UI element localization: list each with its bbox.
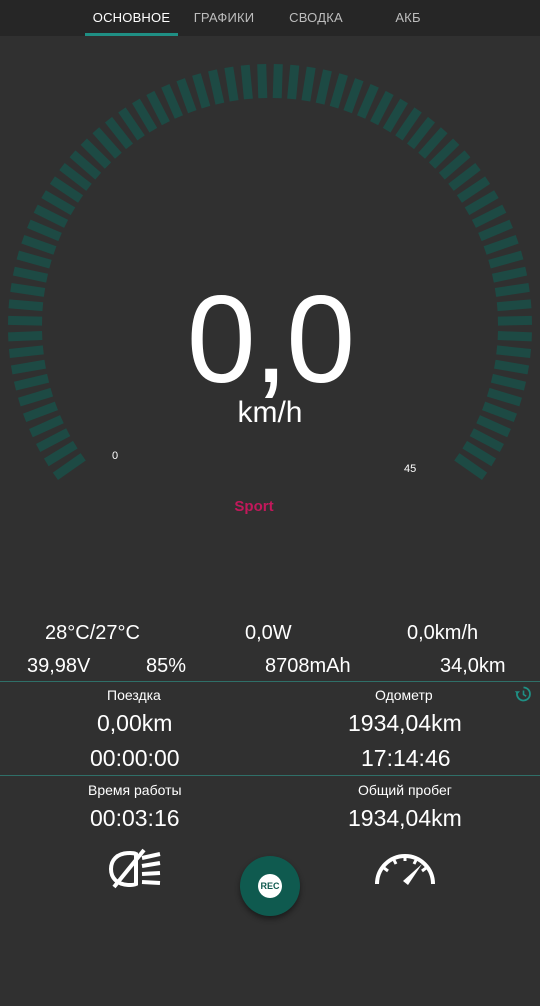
gauge-tick [343,78,364,114]
gauge-scale-min: 0 [112,450,119,462]
record-button[interactable]: REC [240,856,300,916]
trip-time: 00:00:00 [90,745,180,771]
gauge-tick [488,250,524,269]
gauge-tick [478,219,513,242]
divider-top [0,681,540,682]
tab-battery[interactable]: АКБ [362,0,454,36]
total-mileage-value: 1934,04km [348,805,462,831]
divider-bottom [0,775,540,776]
riding-mode[interactable]: Sport [0,498,508,515]
gauge-tick [224,66,239,102]
gauge-tick [16,250,52,269]
tab-summary[interactable]: СВОДКА [270,0,362,36]
gauge-tick [301,66,316,102]
gauge-tick [132,98,158,133]
gauge-tick [462,440,497,467]
temperature-value: 28°C/27°C [45,622,140,644]
odometer-time: 17:14:46 [361,745,451,771]
headlight-off-icon[interactable] [104,846,168,892]
avg-speed-value: 0,0km/h [407,622,479,644]
history-icon[interactable] [513,684,533,704]
capacity-value: 8708mAh [265,655,351,677]
gauge-scale-max: 45 [404,463,417,475]
power-value: 0,0W [245,622,292,644]
gauge-tick [315,69,332,105]
gauge-tick [454,453,488,480]
total-mileage-label: Общий пробег [358,782,452,798]
gauge-tick [329,73,348,109]
gauge-tick [272,63,283,99]
gauge-tick [471,204,507,228]
speed-value: 0,0 [186,271,355,409]
record-button-label: REC [258,874,282,898]
gauge-tick [356,84,379,119]
uptime-value: 00:03:16 [90,805,180,831]
gauge-tick [161,84,184,119]
tab-charts[interactable]: ГРАФИКИ [178,0,270,36]
gauge-tick [33,204,69,228]
gauge-tick [36,428,71,452]
battery-percent-value: 85% [146,655,187,677]
gauge-tick [43,440,78,467]
gauge-tick [257,63,268,99]
trip-label: Поездка [107,687,161,703]
uptime-label: Время работы [88,782,182,798]
voltage-value: 39,98V [27,655,91,677]
gauge-tick [208,69,225,105]
gauge-tick [464,190,499,216]
gauge-tick [21,234,57,255]
speedometer-icon[interactable] [372,846,438,888]
gauge-tick [370,90,394,126]
tab-main[interactable]: ОСНОВНОЕ [85,0,178,36]
range-value: 34,0km [440,655,506,677]
gauge-tick [146,90,170,126]
gauge-tick [483,234,519,255]
gauge-tick [27,219,62,242]
gauge-tick [382,98,408,133]
odometer-label: Одометр [375,687,433,703]
gauge-tick [176,78,197,114]
odometer-distance: 1934,04km [348,710,462,736]
gauge-tick [192,73,211,109]
trip-distance: 0,00km [97,710,173,736]
gauge-tick [41,190,76,216]
gauge-tick [240,64,253,100]
speed-unit: km/h [237,396,303,429]
gauge-tick [469,428,504,452]
gauge-tick [287,64,300,100]
tab-bar: ОСНОВНОЕ ГРАФИКИ СВОДКА АКБ [0,0,540,36]
gauge-tick [52,453,86,480]
